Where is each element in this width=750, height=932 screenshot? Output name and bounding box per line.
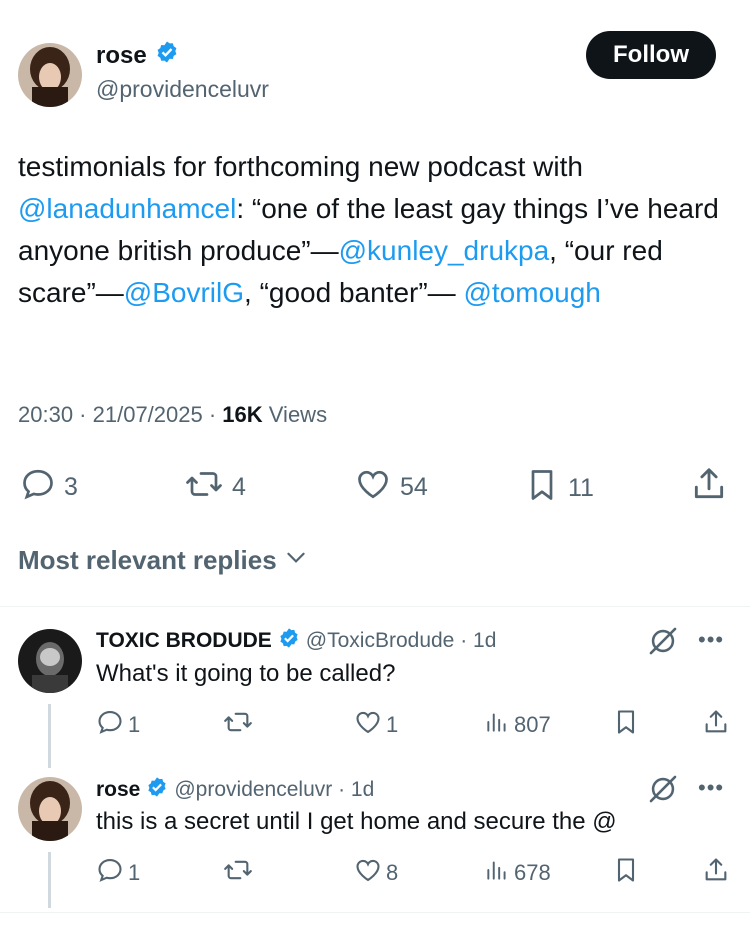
reply-icon — [96, 708, 124, 742]
author-name-label[interactable]: rose — [96, 42, 147, 70]
mention-link[interactable]: @BovrilG — [124, 277, 244, 308]
share-icon[interactable] — [702, 856, 730, 889]
bookmark-icon[interactable] — [612, 708, 640, 741]
reply-button[interactable]: 1 — [96, 856, 140, 890]
repost-button[interactable]: 4 — [184, 466, 246, 509]
tweet-meta: 20:30 · 21/07/2025 · 16K Views — [18, 402, 328, 427]
heart-icon — [354, 466, 392, 509]
follow-button[interactable]: Follow — [586, 31, 716, 79]
like-count: 8 — [386, 860, 399, 885]
repost-icon — [222, 708, 254, 742]
reply-author-name[interactable]: rose — [96, 778, 140, 802]
reply-text: What's it going to be called? — [96, 660, 396, 687]
share-icon[interactable] — [702, 708, 730, 741]
replies-sort-label: Most relevant replies — [18, 545, 277, 575]
reply-avatar[interactable] — [18, 629, 82, 693]
repost-count: 4 — [232, 473, 246, 501]
views-button[interactable]: 807 — [484, 708, 551, 742]
reply-icon — [20, 466, 56, 509]
reply-icon — [96, 856, 124, 890]
grok-icon[interactable] — [646, 772, 680, 811]
views-button[interactable]: 678 — [484, 856, 551, 890]
reply-header: TOXIC BRODUDE @ToxicBrodude · 1d — [96, 627, 496, 655]
reply-button[interactable]: 3 — [20, 466, 78, 509]
reply-text: this is a secret until I get home and se… — [96, 808, 617, 835]
views-label: Views — [268, 402, 328, 427]
author-name[interactable]: rose — [96, 40, 179, 71]
bookmark-count: 11 — [568, 474, 594, 502]
repost-button[interactable] — [222, 708, 258, 742]
reply-button[interactable]: 1 — [96, 708, 140, 742]
mention-link[interactable]: @kunley_drukpa — [339, 235, 550, 266]
thread-line — [48, 852, 51, 908]
author-handle[interactable]: @providenceluvr — [96, 76, 269, 103]
views-count: 807 — [514, 712, 551, 737]
verified-badge-icon — [278, 627, 300, 655]
analytics-icon — [484, 856, 510, 890]
analytics-icon — [484, 708, 510, 742]
heart-icon — [354, 856, 382, 890]
mention-link[interactable]: @tomough — [463, 277, 600, 308]
bookmark-icon — [524, 466, 560, 511]
like-button[interactable]: 54 — [354, 466, 428, 509]
reply-author-handle[interactable]: @ToxicBrodude · 1d — [306, 629, 497, 653]
verified-badge-icon — [146, 776, 168, 804]
repost-icon — [222, 856, 254, 890]
repost-button[interactable] — [222, 856, 258, 890]
like-count: 54 — [400, 473, 428, 501]
views-count: 16K — [222, 402, 263, 427]
tweet-text: testimonials for forthcoming new podcast… — [18, 146, 728, 314]
like-button[interactable]: 8 — [354, 856, 398, 890]
replies-sort-dropdown[interactable]: Most relevant replies — [18, 544, 309, 577]
verified-badge-icon — [155, 40, 179, 71]
share-icon — [690, 465, 728, 510]
reply-count: 1 — [128, 860, 141, 885]
mention-link[interactable]: @lanadunhamcel — [18, 193, 236, 224]
like-button[interactable]: 1 — [354, 708, 398, 742]
thread-line — [48, 704, 51, 768]
reply-count: 1 — [128, 712, 141, 737]
tweet-date[interactable]: 21/07/2025 — [93, 402, 203, 427]
author-avatar[interactable] — [18, 43, 82, 107]
more-options-icon[interactable]: ••• — [698, 775, 724, 801]
reply-header: rose @providenceluvr · 1d — [96, 776, 374, 804]
bookmark-icon[interactable] — [612, 856, 640, 889]
reply-avatar[interactable] — [18, 777, 82, 841]
share-button[interactable] — [690, 465, 728, 510]
tweet-time[interactable]: 20:30 — [18, 402, 73, 427]
more-options-icon[interactable]: ••• — [698, 627, 724, 653]
reply-count: 3 — [64, 473, 78, 501]
like-count: 1 — [386, 712, 399, 737]
reply-author-handle[interactable]: @providenceluvr · 1d — [174, 778, 374, 802]
views-count: 678 — [514, 860, 551, 885]
bookmark-button[interactable]: 11 — [524, 466, 594, 511]
repost-icon — [184, 466, 224, 509]
tweet-text-part: , “good banter”— — [244, 277, 456, 308]
grok-icon[interactable] — [646, 624, 680, 663]
tweet-text-part: testimonials for forthcoming new podcast… — [18, 151, 583, 182]
reply-author-name[interactable]: TOXIC BRODUDE — [96, 629, 272, 653]
divider — [0, 606, 750, 607]
divider — [0, 912, 750, 913]
heart-icon — [354, 708, 382, 742]
chevron-down-icon — [283, 544, 309, 577]
